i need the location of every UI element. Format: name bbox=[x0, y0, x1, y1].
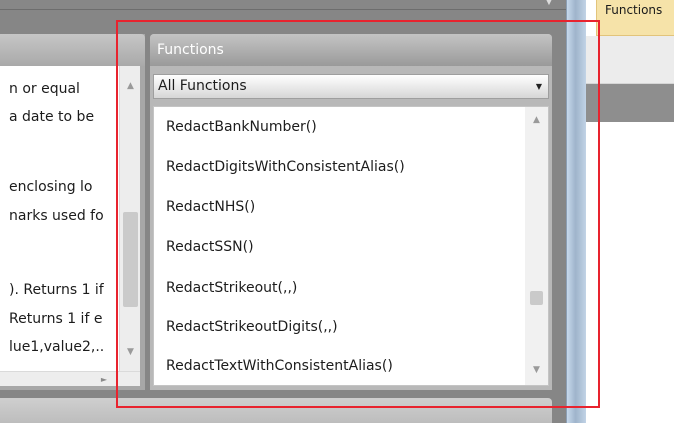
description-line: ). Returns 1 if bbox=[9, 282, 104, 298]
description-line: a date to be bbox=[9, 109, 95, 125]
highlight-annotation bbox=[116, 20, 600, 408]
description-line: enclosing lo bbox=[9, 179, 93, 195]
description-line: n or equal bbox=[9, 81, 80, 97]
description-line: lue1,value2,.. bbox=[9, 339, 105, 355]
scroll-right-icon[interactable]: ► bbox=[98, 372, 110, 386]
collapse-arrow-icon[interactable]: ▼ bbox=[543, 0, 555, 7]
ribbon-tab-functions[interactable]: Functions bbox=[596, 0, 674, 36]
ribbon-tab-label: Functions bbox=[605, 3, 663, 17]
top-strip bbox=[0, 0, 566, 10]
description-line: narks used fo bbox=[9, 208, 104, 224]
description-line: Returns 1 if e bbox=[9, 311, 103, 327]
